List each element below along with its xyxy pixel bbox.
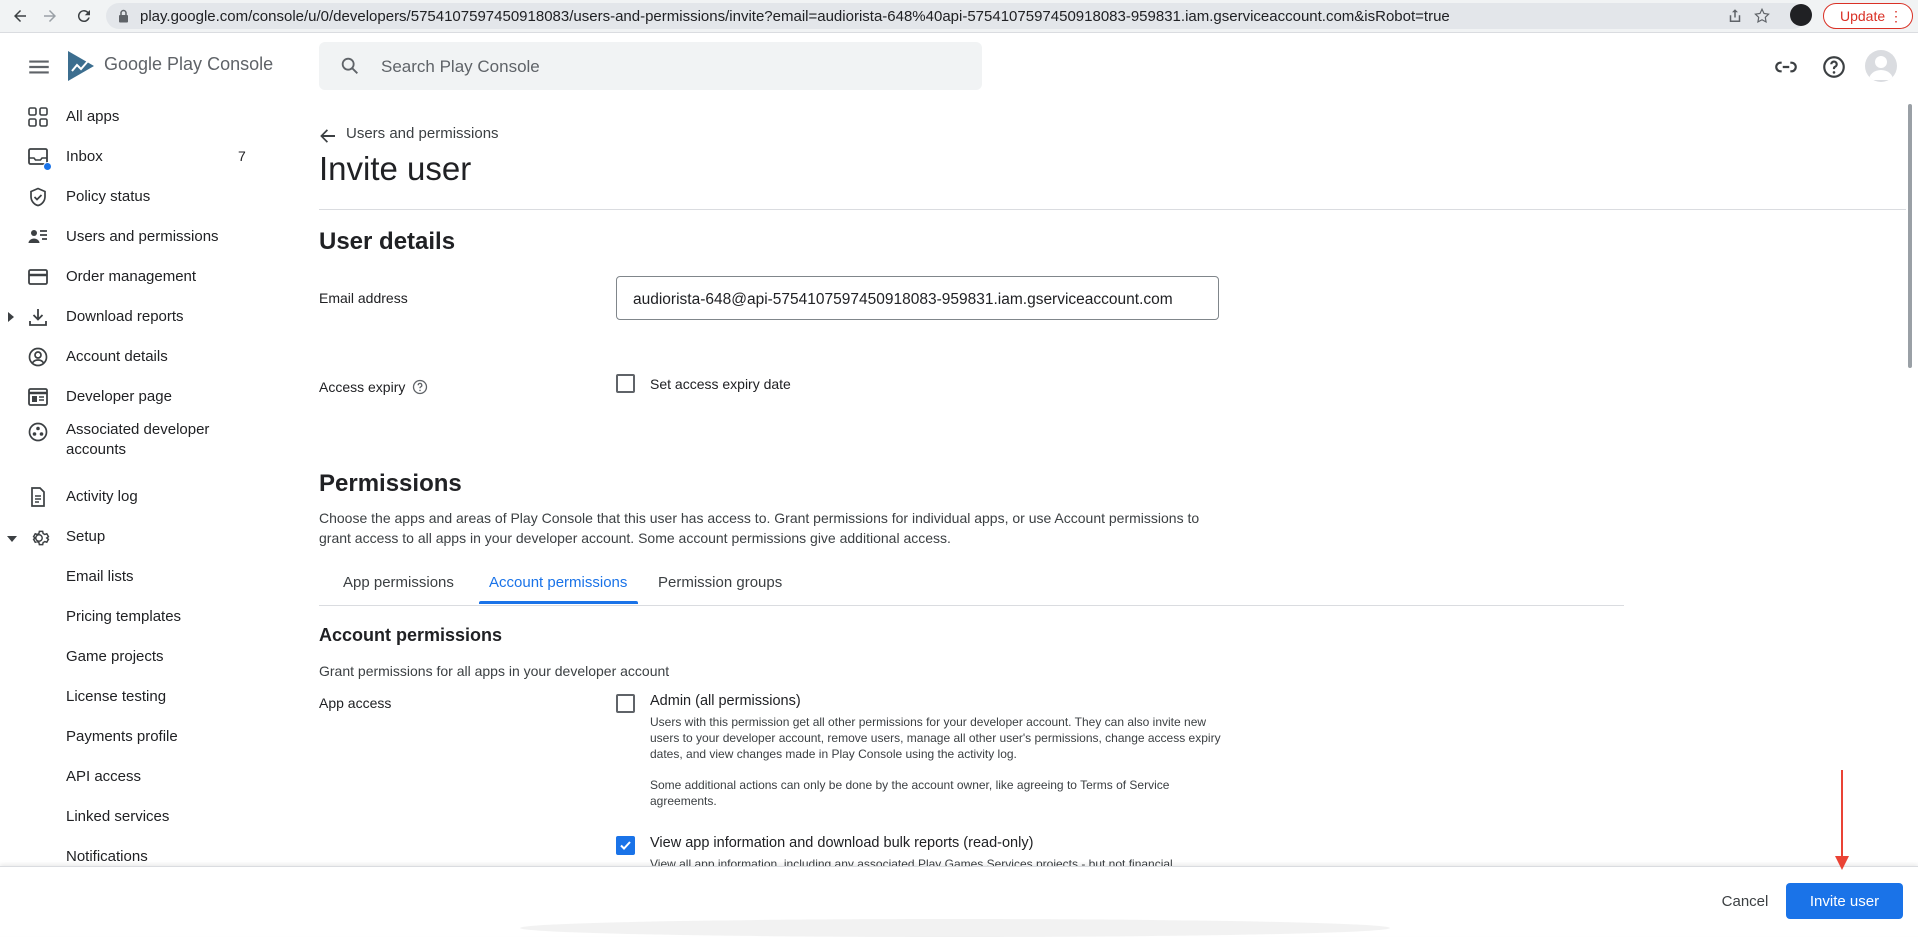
sidebar-item-download-reports[interactable]: Download reports [0,298,260,336]
invite-user-button[interactable]: Invite user [1786,883,1903,919]
google-play-console-logo[interactable] [66,49,96,83]
permissions-heading: Permissions [319,470,462,497]
admin-permission-note: Some additional actions can only be done… [650,778,1170,808]
app-title: Google Play Console [104,54,274,74]
credit-card-icon [28,267,48,287]
sidebar-subitem-pricing-templates[interactable]: Pricing templates [66,608,181,625]
caret-right-icon[interactable] [6,310,16,322]
help-icon[interactable] [1821,54,1847,80]
account-permissions-subtitle: Grant permissions for all apps in your d… [319,663,670,679]
tab-permission-groups[interactable]: Permission groups [658,574,782,591]
view-app-info-title[interactable]: View app information and download bulk r… [650,835,1033,851]
web-page-icon [28,387,48,407]
account-circle-icon [28,347,48,367]
link-icon[interactable] [1773,54,1799,80]
sidebar-item-activity-log[interactable]: Activity log [0,478,260,516]
user-details-heading: User details [319,228,456,255]
lock-icon [118,9,129,28]
help-circle-icon[interactable] [412,379,428,400]
sidebar-item-order-management[interactable]: Order management [0,258,260,296]
search-icon [339,55,361,82]
sidebar-item-developer-page[interactable]: Developer page [0,378,260,416]
footer-shadow [520,919,1390,937]
page-title: Invite user [319,150,472,187]
gear-icon [28,527,50,547]
permissions-tabs: App permissions Account permissions Perm… [319,568,1624,606]
update-button[interactable]: Update ⋮ [1823,3,1913,29]
admin-permission-title[interactable]: Admin (all permissions) [650,693,801,709]
group-circle-icon [28,422,48,442]
sidebar-item-associated-developer-accounts[interactable]: Associated developer accounts [0,420,260,464]
access-expiry-checkbox-label[interactable]: Set access expiry date [650,376,791,392]
sidebar-subitem-email-lists[interactable]: Email lists [66,568,134,585]
action-footer: Cancel Invite user [0,866,1918,937]
download-icon [28,307,48,327]
avatar[interactable] [1865,50,1897,82]
sidebar: All apps Inbox 7 Policy status Users and… [0,98,260,868]
email-label: Email address [319,290,408,306]
title-divider [319,209,1906,210]
users-icon [28,227,48,247]
annotation-arrow-icon [1835,770,1849,870]
back-icon[interactable] [8,4,32,28]
back-arrow-icon[interactable] [319,128,337,149]
sidebar-item-policy-status[interactable]: Policy status [0,178,260,216]
active-tab-indicator [479,601,638,604]
checkmark-icon [620,841,631,850]
access-expiry-checkbox[interactable] [616,374,635,393]
admin-permission-description: Users with this permission get all other… [650,715,1221,761]
unread-dot [43,162,52,171]
view-app-info-checkbox[interactable] [616,836,635,855]
sidebar-subitem-game-projects[interactable]: Game projects [66,648,164,665]
address-bar[interactable]: play.google.com/console/u/0/developers/5… [106,3,1806,29]
caret-down-icon[interactable] [6,531,17,543]
account-permissions-heading: Account permissions [319,625,503,645]
document-icon [28,487,48,507]
email-field[interactable] [616,276,1219,320]
hamburger-menu-icon[interactable] [26,54,52,80]
sidebar-item-setup[interactable]: Setup [0,518,260,556]
access-expiry-label: Access expiry [319,379,406,395]
email-input[interactable] [631,288,1210,312]
sidebar-subitem-notifications[interactable]: Notifications [66,848,148,865]
sidebar-item-inbox[interactable]: Inbox 7 [0,138,260,176]
app-access-label: App access [319,695,392,711]
extension-icon[interactable] [1790,4,1812,26]
admin-checkbox[interactable] [616,694,635,713]
tab-account-permissions[interactable]: Account permissions [489,574,627,591]
sidebar-subitem-linked-services[interactable]: Linked services [66,808,169,825]
forward-icon[interactable] [38,4,62,28]
sidebar-subitem-license-testing[interactable]: License testing [66,688,166,705]
sidebar-item-users-and-permissions[interactable]: Users and permissions [0,218,260,256]
view-app-info-description: View all app information, including any … [650,857,1173,866]
inbox-count-badge: 7 [238,148,246,164]
sidebar-subitem-payments-profile[interactable]: Payments profile [66,728,178,745]
search-bar[interactable] [319,42,982,90]
main-scrollbar[interactable] [1908,104,1912,368]
tab-app-permissions[interactable]: App permissions [343,574,454,591]
reload-icon[interactable] [72,4,96,28]
permissions-description: Choose the apps and areas of Play Consol… [319,510,1200,546]
browser-toolbar: play.google.com/console/u/0/developers/5… [0,0,1918,33]
cancel-button[interactable]: Cancel [1708,883,1782,919]
sidebar-subitem-api-access[interactable]: API access [66,768,141,785]
sidebar-item-account-details[interactable]: Account details [0,338,260,376]
url-text[interactable]: play.google.com/console/u/0/developers/5… [140,8,1700,25]
grid-icon [28,107,48,127]
search-input[interactable] [379,54,943,80]
shield-icon [28,187,48,207]
sidebar-item-all-apps[interactable]: All apps [0,98,260,136]
bookmark-star-icon[interactable] [1753,7,1771,25]
breadcrumb-link[interactable]: Users and permissions [346,125,499,142]
more-vert-icon: ⋮ [1889,8,1903,24]
share-icon[interactable] [1726,7,1744,25]
